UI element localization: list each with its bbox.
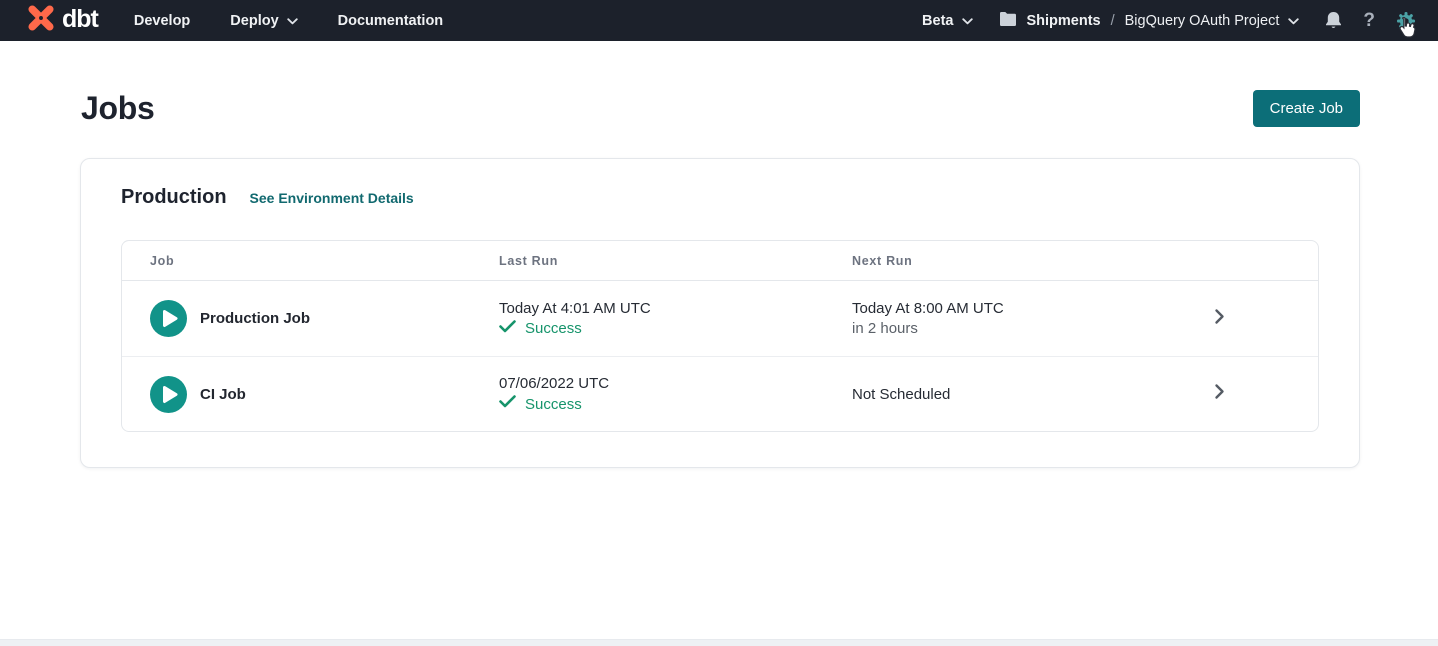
breadcrumb-separator: / — [1110, 13, 1116, 29]
success-check-icon — [499, 320, 516, 338]
dbt-logo-icon — [24, 1, 58, 40]
folder-icon — [999, 11, 1017, 30]
environment-name: Production — [121, 186, 227, 209]
chevron-down-icon — [1288, 13, 1299, 29]
status-badge: Success — [525, 396, 582, 413]
notifications-bell-icon[interactable] — [1325, 11, 1342, 30]
run-job-play-icon[interactable] — [150, 376, 187, 413]
last-run-time: 07/06/2022 UTC — [499, 375, 852, 392]
status-badge: Success — [525, 320, 582, 337]
nav-links: Develop Deploy Documentation — [134, 13, 443, 29]
job-name[interactable]: Production Job — [200, 310, 310, 327]
dbt-logo[interactable]: dbt — [24, 1, 98, 40]
dbt-logo-text: dbt — [62, 7, 98, 35]
table-row[interactable]: Production Job Today At 4:01 AM UTC Succ… — [122, 281, 1318, 356]
bottom-strip — [0, 639, 1438, 646]
breadcrumb-project: BigQuery OAuth Project — [1125, 13, 1280, 29]
nav-item-develop-label: Develop — [134, 13, 190, 29]
run-job-play-icon[interactable] — [150, 300, 187, 337]
beta-label: Beta — [922, 13, 953, 29]
next-run-relative: in 2 hours — [852, 320, 1212, 337]
chevron-right-icon[interactable] — [1214, 383, 1225, 405]
chevron-down-icon — [962, 13, 973, 29]
nav-item-documentation-label: Documentation — [338, 13, 444, 29]
column-header-next-run: Next Run — [852, 254, 1212, 268]
chevron-down-icon — [287, 13, 298, 29]
create-job-button[interactable]: Create Job — [1253, 90, 1360, 127]
chevron-right-icon[interactable] — [1214, 308, 1225, 330]
table-row[interactable]: CI Job 07/06/2022 UTC Success Not Schedu… — [122, 356, 1318, 431]
page-title: Jobs — [81, 90, 155, 127]
breadcrumb-account: Shipments — [1026, 13, 1100, 29]
settings-gear-icon[interactable] — [1396, 11, 1416, 31]
success-check-icon — [499, 395, 516, 413]
nav-item-deploy-label: Deploy — [230, 13, 278, 29]
nav-item-deploy[interactable]: Deploy — [230, 13, 297, 29]
nav-item-documentation[interactable]: Documentation — [338, 13, 444, 29]
job-name[interactable]: CI Job — [200, 386, 246, 403]
table-header-row: Job Last Run Next Run — [122, 241, 1318, 281]
column-header-job: Job — [150, 254, 499, 268]
top-navbar: dbt Develop Deploy Documentation Beta — [0, 0, 1438, 41]
next-run-time: Today At 8:00 AM UTC — [852, 300, 1212, 317]
help-question-icon[interactable]: ? — [1363, 11, 1375, 30]
column-header-last-run: Last Run — [499, 254, 852, 268]
environment-card: Production See Environment Details Job L… — [80, 158, 1360, 468]
project-breadcrumb[interactable]: Shipments / BigQuery OAuth Project — [999, 11, 1299, 30]
jobs-table: Job Last Run Next Run Production Job Tod… — [121, 240, 1319, 432]
see-environment-details-link[interactable]: See Environment Details — [250, 190, 414, 206]
last-run-time: Today At 4:01 AM UTC — [499, 300, 852, 317]
beta-dropdown[interactable]: Beta — [922, 13, 973, 29]
nav-item-develop[interactable]: Develop — [134, 13, 190, 29]
next-run-time: Not Scheduled — [852, 386, 1212, 403]
